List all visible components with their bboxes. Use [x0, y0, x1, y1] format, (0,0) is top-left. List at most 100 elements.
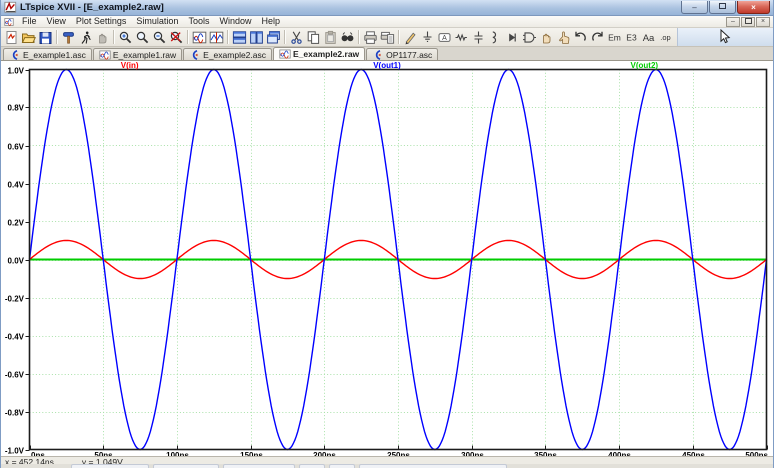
move-icon: [539, 30, 554, 45]
print-preview-button[interactable]: [379, 29, 396, 45]
ground-button[interactable]: [419, 29, 436, 45]
trace-label-v-out2[interactable]: V(out2): [516, 61, 773, 70]
tab-e-example1-raw[interactable]: E_example1.raw: [93, 48, 182, 60]
find-button[interactable]: [339, 29, 356, 45]
restore-icon: [719, 3, 726, 9]
inductor-icon: [488, 30, 503, 45]
svg-text:-1.0V: -1.0V: [5, 446, 25, 455]
close-button[interactable]: ×: [737, 1, 770, 14]
redo-button[interactable]: [589, 29, 606, 45]
menu-plot-settings[interactable]: Plot Settings: [71, 16, 132, 27]
taskbar-button-top: [359, 464, 507, 468]
svg-text:A: A: [442, 35, 447, 42]
mdi-window-controls: –×: [726, 17, 773, 27]
taskbar-button-top: [71, 464, 149, 468]
window-controls: –×: [681, 1, 770, 14]
menu-bar: FileViewPlot SettingsSimulationToolsWind…: [1, 16, 773, 28]
minimize-button[interactable]: –: [681, 1, 708, 14]
trace-label-v-in[interactable]: V(in): [1, 61, 258, 70]
tile-vertical-icon: [249, 30, 264, 45]
toolbar-separator: [358, 30, 360, 44]
zoom-full-extents-icon: [169, 30, 184, 45]
text-button[interactable]: Aa: [640, 29, 657, 45]
taskbar-button-top: [329, 464, 355, 468]
wire-button[interactable]: [402, 29, 419, 45]
halt-button[interactable]: [94, 29, 111, 45]
print-button[interactable]: [362, 29, 379, 45]
plot-settings-button[interactable]: [208, 29, 225, 45]
capacitor-button[interactable]: [470, 29, 487, 45]
toolbar-separator: [56, 30, 58, 44]
taskbar-button-top: [153, 464, 219, 468]
open-file-button[interactable]: [20, 29, 37, 45]
zoom-out-icon: [152, 30, 167, 45]
paste-button[interactable]: [322, 29, 339, 45]
tab-e-example2-raw[interactable]: E_example2.raw: [273, 47, 365, 60]
cut-icon: [289, 30, 304, 45]
net-label-button[interactable]: A: [436, 29, 453, 45]
waveform-plot[interactable]: 0ns50ns100ns150ns200ns250ns300ns350ns400…: [1, 61, 773, 456]
ltspice-app-icon: [4, 1, 17, 14]
spice-directive-button[interactable]: .op: [657, 29, 674, 45]
mdi-minimize-button[interactable]: –: [726, 17, 740, 27]
tab-label: E_example2.asc: [203, 50, 266, 60]
cut-button[interactable]: [288, 29, 305, 45]
undo-button[interactable]: [572, 29, 589, 45]
zoom-full-extents-button[interactable]: [168, 29, 185, 45]
tab-label: OP1177.asc: [386, 50, 432, 60]
menu-view[interactable]: View: [42, 16, 71, 27]
drag-button[interactable]: [555, 29, 572, 45]
tile-horizontal-button[interactable]: [231, 29, 248, 45]
save-button[interactable]: [37, 29, 54, 45]
text-icon: Aa: [641, 30, 656, 45]
zoom-area-button[interactable]: [117, 29, 134, 45]
zoom-out-button[interactable]: [151, 29, 168, 45]
autorange-y-button[interactable]: [191, 29, 208, 45]
mdi-restore-button[interactable]: [741, 17, 755, 27]
run-icon: [78, 30, 93, 45]
move-button[interactable]: [538, 29, 555, 45]
menu-window[interactable]: Window: [214, 16, 256, 27]
trace-legend: V(in)V(out1)V(out2): [1, 61, 773, 70]
copy-button[interactable]: [305, 29, 322, 45]
ground-icon: [420, 30, 435, 45]
menu-file[interactable]: File: [17, 16, 42, 27]
component-button[interactable]: [521, 29, 538, 45]
toolbar: A EmE3Aa.op: [1, 28, 773, 47]
restore-button[interactable]: [709, 1, 736, 14]
menu-tools[interactable]: Tools: [183, 16, 214, 27]
toolbar-separator: [284, 30, 286, 44]
toolbar-separator: [227, 30, 229, 44]
zoom-back-button[interactable]: [134, 29, 151, 45]
mirror-button[interactable]: Em: [606, 29, 623, 45]
run-button[interactable]: [77, 29, 94, 45]
title-bar: LTspice XVII - [E_example2.raw] –×: [1, 0, 773, 16]
zoom-area-icon: [118, 30, 133, 45]
tab-e-example1-asc[interactable]: E_example1.asc: [3, 48, 92, 60]
mouse-cursor-icon: [720, 29, 731, 45]
copy-icon: [306, 30, 321, 45]
tab-op1177-asc[interactable]: OP1177.asc: [366, 48, 438, 60]
tab-e-example2-asc[interactable]: E_example2.asc: [183, 48, 272, 60]
diode-button[interactable]: [504, 29, 521, 45]
status-bar: x = 452.14ns y = 1.049V: [1, 456, 773, 468]
trace-label-v-out1[interactable]: V(out1): [258, 61, 515, 70]
net-label-icon: A: [437, 30, 452, 45]
window-title: LTspice XVII - [E_example2.raw]: [20, 0, 678, 15]
menu-simulation[interactable]: Simulation: [131, 16, 183, 27]
inductor-button[interactable]: [487, 29, 504, 45]
schematic-file-icon: [9, 49, 21, 61]
mdi-close-button[interactable]: ×: [756, 17, 770, 27]
waveform-file-icon: [99, 49, 111, 61]
menu-items: FileViewPlot SettingsSimulationToolsWind…: [17, 16, 285, 27]
menu-help[interactable]: Help: [256, 16, 285, 27]
new-schematic-button[interactable]: [3, 29, 20, 45]
resistor-button[interactable]: [453, 29, 470, 45]
control-panel-icon: [61, 30, 76, 45]
tile-vertical-button[interactable]: [248, 29, 265, 45]
control-panel-button[interactable]: [60, 29, 77, 45]
cascade-windows-button[interactable]: [265, 29, 282, 45]
rotate-button[interactable]: E3: [623, 29, 640, 45]
spice-directive-icon: .op: [658, 30, 673, 45]
svg-text:0.2V: 0.2V: [8, 218, 25, 227]
